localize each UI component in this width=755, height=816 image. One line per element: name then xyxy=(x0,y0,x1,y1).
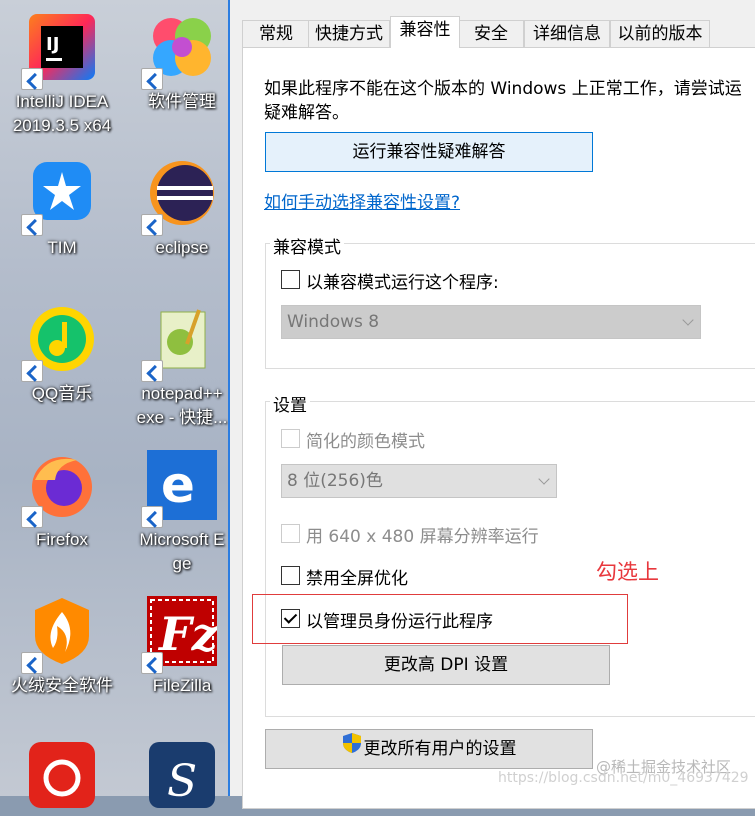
desktop-icon-qq-music[interactable]: QQ音乐 xyxy=(4,304,120,406)
watermark-url: https://blog.csdn.net/m0_46937429 xyxy=(498,770,749,786)
color-depth-select[interactable]: 8 位(256)色 xyxy=(281,464,557,498)
desktop-icon-label: eclipse xyxy=(155,238,209,257)
change-dpi-button[interactable]: 更改高 DPI 设置 xyxy=(282,645,610,685)
run-troubleshooter-button[interactable]: 运行兼容性疑难解答 xyxy=(265,132,593,172)
desktop-icon-eclipse[interactable]: eclipse xyxy=(124,158,240,260)
shortcut-arrow-icon xyxy=(141,360,163,382)
firefox-icon xyxy=(21,450,97,528)
tab-compatibility[interactable]: 兼容性 xyxy=(390,16,460,48)
shortcut-arrow-icon xyxy=(141,506,163,528)
desktop-icon-notepadpp[interactable]: notepad++ exe - 快捷... xyxy=(124,304,240,430)
desktop-icon-filezilla[interactable]: Fz FileZilla xyxy=(124,596,240,698)
tab-shortcut[interactable]: 快捷方式 xyxy=(308,20,390,48)
highlight-box xyxy=(252,594,628,644)
desktop-icon-label: FileZilla xyxy=(152,676,212,695)
eclipse-icon xyxy=(141,158,217,236)
settings-title: 设置 xyxy=(270,391,310,416)
desktop-icon-intellij[interactable]: IJ IntelliJ IDEA 2019.3.5 x64 xyxy=(4,12,120,138)
shortcut-arrow-icon xyxy=(141,214,163,236)
color-depth-value: 8 位(256)色 xyxy=(287,471,383,491)
svg-text:Fz: Fz xyxy=(157,607,217,661)
change-all-users-button[interactable]: 更改所有用户的设置 xyxy=(265,729,593,769)
desktop-icon-label: IntelliJ IDEA 2019.3.5 x64 xyxy=(12,92,112,135)
compat-mode-label: 以兼容模式运行这个程序: xyxy=(306,273,499,293)
sibelius-icon: S xyxy=(147,742,217,812)
software-manager-icon xyxy=(141,12,217,90)
tim-icon xyxy=(21,158,97,236)
svg-text:IJ: IJ xyxy=(46,34,59,55)
chevron-down-icon xyxy=(682,314,694,326)
desktop-icon-tim[interactable]: TIM xyxy=(4,158,120,260)
compat-mode-title: 兼容模式 xyxy=(270,233,344,258)
shortcut-arrow-icon xyxy=(21,68,43,90)
edge-icon: e xyxy=(141,450,217,528)
shortcut-arrow-icon xyxy=(21,360,43,382)
intellij-idea-icon: IJ xyxy=(21,12,97,90)
disable-fullscreen-checkbox[interactable] xyxy=(281,566,300,585)
tab-previous-versions[interactable]: 以前的版本 xyxy=(610,20,710,48)
shortcut-arrow-icon xyxy=(21,506,43,528)
filezilla-icon: Fz xyxy=(141,596,219,674)
intro-text-line2: 疑难解答。 xyxy=(264,103,349,123)
desktop-icon-label: Firefox xyxy=(36,530,88,549)
qq-music-icon xyxy=(21,304,97,382)
desktop-icon-sibelius[interactable]: S xyxy=(124,742,240,812)
shortcut-arrow-icon xyxy=(21,652,43,674)
uac-shield-icon xyxy=(342,730,362,768)
desktop-icon-firefox[interactable]: Firefox xyxy=(4,450,120,552)
desktop-icon-edge[interactable]: e Microsoft E ge xyxy=(124,450,240,576)
shortcut-arrow-icon xyxy=(21,214,43,236)
desktop-icon-label: QQ音乐 xyxy=(31,384,93,403)
shortcut-arrow-icon xyxy=(141,652,163,674)
os-version-value: Windows 8 xyxy=(287,312,380,332)
intro-text-line1: 如果此程序不能在这个版本的 Windows 上正常工作，请尝试运 xyxy=(264,79,742,99)
properties-dialog: 常规 快捷方式 兼容性 安全 详细信息 以前的版本 如果此程序不能在这个版本的 … xyxy=(228,0,755,809)
desktop-icon-netease-music[interactable] xyxy=(4,742,120,812)
desktop-icon-label: TIM xyxy=(47,238,77,257)
reduced-color-checkbox[interactable] xyxy=(281,429,300,448)
os-version-select[interactable]: Windows 8 xyxy=(281,305,701,339)
desktop-icon-huorong[interactable]: 火绒安全软件 xyxy=(4,596,120,698)
tab-details[interactable]: 详细信息 xyxy=(524,20,610,48)
chevron-down-icon xyxy=(538,473,550,485)
desktop-icon-label: 软件管理 xyxy=(148,92,216,111)
notepadpp-icon xyxy=(141,304,217,382)
svg-text:S: S xyxy=(167,756,197,807)
res-640-checkbox[interactable] xyxy=(281,524,300,543)
desktop-icon-label: notepad++ exe - 快捷... xyxy=(136,384,228,427)
tab-general[interactable]: 常规 xyxy=(242,20,310,48)
shortcut-arrow-icon xyxy=(141,68,163,90)
desktop-icon-software-manager[interactable]: 软件管理 xyxy=(124,12,240,114)
desktop-icon-label: Microsoft E ge xyxy=(139,530,225,573)
desktop-icon-label: 火绒安全软件 xyxy=(11,676,113,695)
disable-fullscreen-label: 禁用全屏优化 xyxy=(306,569,408,589)
reduced-color-label: 简化的颜色模式 xyxy=(306,432,425,452)
annotation-text: 勾选上 xyxy=(596,560,659,584)
change-all-users-label: 更改所有用户的设置 xyxy=(363,739,517,759)
svg-text:e: e xyxy=(161,456,195,514)
compatibility-panel: 如果此程序不能在这个版本的 Windows 上正常工作，请尝试运 疑难解答。 运… xyxy=(242,47,755,809)
compat-mode-checkbox[interactable] xyxy=(281,270,300,289)
netease-music-icon xyxy=(27,742,97,812)
huorong-icon xyxy=(21,596,97,674)
tab-security[interactable]: 安全 xyxy=(458,20,524,48)
manual-compat-link[interactable]: 如何手动选择兼容性设置? xyxy=(264,188,460,213)
res-640-label: 用 640 x 480 屏幕分辨率运行 xyxy=(306,527,539,547)
desktop: IJ IntelliJ IDEA 2019.3.5 x64 软件管理 TIM e… xyxy=(0,0,230,808)
